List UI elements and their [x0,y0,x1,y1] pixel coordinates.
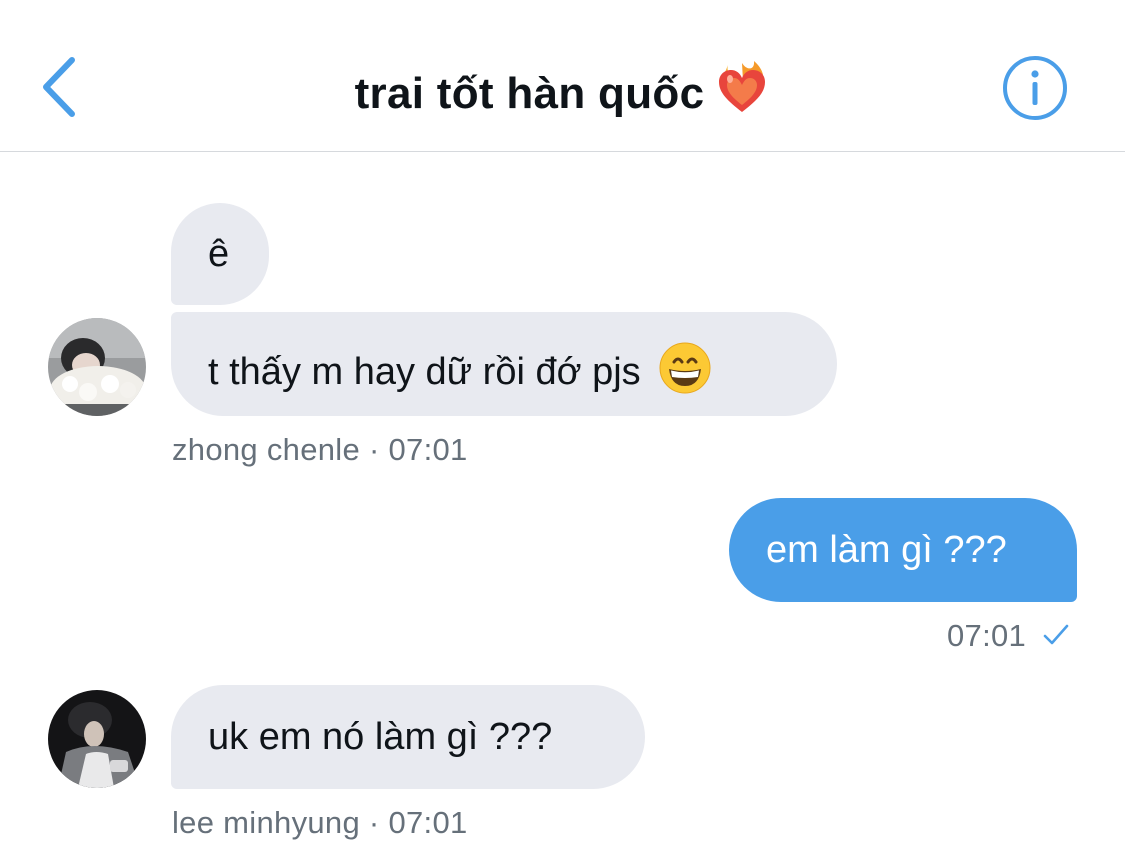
avatar-zhong-chenle[interactable] [48,318,146,416]
message-meta: lee minhyung · 07:01 [172,805,468,841]
conversation-title-text: trai tốt hàn quốc [354,69,705,118]
sender-name: lee minhyung [172,805,360,840]
message-bubble[interactable]: ê [171,203,269,305]
sender-name: zhong chenle [172,432,361,467]
info-icon [1003,56,1067,120]
message-text: t thấy m hay dữ rồi đớ pjs [208,351,641,393]
message-bubble[interactable]: uk em nó làm gì ??? [171,685,645,789]
separator-dot: · [360,432,389,467]
message-text: ê [208,233,230,275]
conversation-header: trai tốt hàn quốc [0,0,1125,152]
message-time: 07:01 [388,805,468,840]
message-bubble-outgoing[interactable]: em làm gì ??? [729,498,1077,602]
message-time: 07:01 [947,618,1027,653]
sent-check-icon [1041,621,1071,657]
avatar-lee-minhyung[interactable] [48,690,146,788]
message-text: em làm gì ??? [766,529,1007,571]
message-bubble[interactable]: t thấy m hay dữ rồi đớ pjs [171,312,837,416]
message-text: uk em nó làm gì ??? [208,716,553,758]
grinning-face-icon [659,342,711,404]
message-meta: 07:01 [947,618,1071,657]
heart-on-fire-icon [714,60,770,127]
separator-dot: · [360,805,389,840]
message-meta: zhong chenle · 07:01 [172,432,468,468]
info-button[interactable] [1000,53,1070,123]
conversation-title[interactable]: trai tốt hàn quốc [0,60,1125,127]
message-time: 07:01 [388,432,468,467]
